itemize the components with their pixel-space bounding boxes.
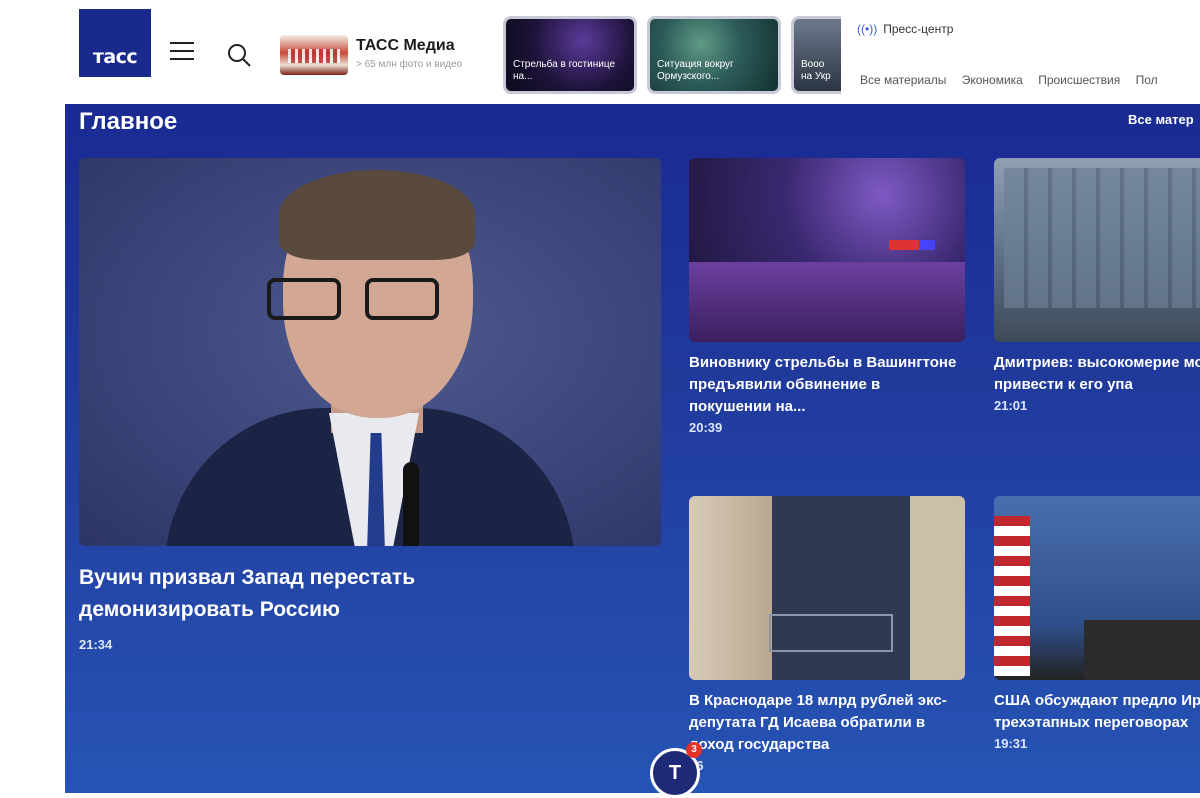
logo-text: тасс: [92, 46, 138, 68]
news-card-image[interactable]: [689, 496, 965, 680]
top-nav: Все материалы Экономика Происшествия Пол: [860, 73, 1170, 87]
news-card-title[interactable]: Дмитриев: высокомерие может привести к е…: [994, 352, 1200, 396]
tass-media-link[interactable]: ТАСС Медиа > 65 млн фото и видео: [280, 35, 490, 77]
nav-item-incidents[interactable]: Происшествия: [1038, 73, 1120, 87]
story-caption: Ситуация вокруг Ормузского...: [657, 59, 734, 82]
featured-time: 21:34: [79, 637, 113, 652]
media-title: ТАСС Медиа: [356, 37, 455, 54]
section-title: Главное: [79, 108, 178, 135]
all-materials-link[interactable]: Все матер: [1128, 112, 1194, 127]
main-news-panel: Главное Все матер Вучич призвал Запад пе…: [65, 104, 1200, 793]
news-card-time: 19:31: [994, 736, 1028, 751]
news-card-image[interactable]: [994, 158, 1200, 342]
microphone: [403, 462, 419, 546]
press-center-link[interactable]: ((•)) Пресс-центр: [857, 22, 953, 36]
news-card[interactable]: США обсуждают предло Ирана о трехэтапных…: [994, 496, 1200, 751]
nav-item-economy[interactable]: Экономика: [962, 73, 1023, 87]
media-thumbnail: [280, 35, 348, 75]
media-subtitle: > 65 млн фото и видео: [356, 59, 463, 70]
news-card-time: 20:39: [689, 420, 723, 435]
news-card-title[interactable]: В Краснодаре 18 млрд рублей экс-депутата…: [689, 690, 965, 756]
site-header: тасс ТАСС Медиа > 65 млн фото и видео Ст…: [0, 0, 1200, 104]
story-caption: Стрельба в гостинице на...: [513, 59, 616, 82]
news-card-time: 21:01: [994, 398, 1028, 413]
featured-image[interactable]: [79, 158, 661, 546]
search-icon[interactable]: [226, 42, 252, 68]
story-card[interactable]: Стрельба в гостинице на...: [503, 16, 637, 94]
menu-icon[interactable]: [170, 42, 194, 62]
story-card[interactable]: Ситуация вокруг Ормузского...: [647, 16, 781, 94]
story-card[interactable]: Вооо на Укр: [791, 16, 841, 94]
press-center-label: Пресс-центр: [883, 22, 954, 36]
notification-badge: 3: [686, 742, 702, 758]
news-card[interactable]: Дмитриев: высокомерие может привести к е…: [994, 158, 1200, 413]
news-card[interactable]: В Краснодаре 18 млрд рублей экс-депутата…: [689, 496, 965, 773]
story-caption: Вооо на Укр: [801, 59, 831, 82]
news-card-title[interactable]: Виновнику стрельбы в Вашингтоне предъяви…: [689, 352, 965, 418]
nav-item-all[interactable]: Все материалы: [860, 73, 946, 87]
nav-item-politics[interactable]: Пол: [1136, 73, 1158, 87]
news-card-image[interactable]: [689, 158, 965, 342]
news-card-title[interactable]: США обсуждают предло Ирана о трехэтапных…: [994, 690, 1200, 734]
tass-logo[interactable]: тасс: [79, 9, 151, 77]
featured-headline[interactable]: Вучич призвал Запад перестать демонизиро…: [79, 562, 519, 626]
news-card-time: 16: [689, 758, 965, 773]
broadcast-icon: ((•)): [857, 22, 878, 36]
news-card[interactable]: Виновнику стрельбы в Вашингтоне предъяви…: [689, 158, 965, 435]
news-card-image[interactable]: [994, 496, 1200, 680]
